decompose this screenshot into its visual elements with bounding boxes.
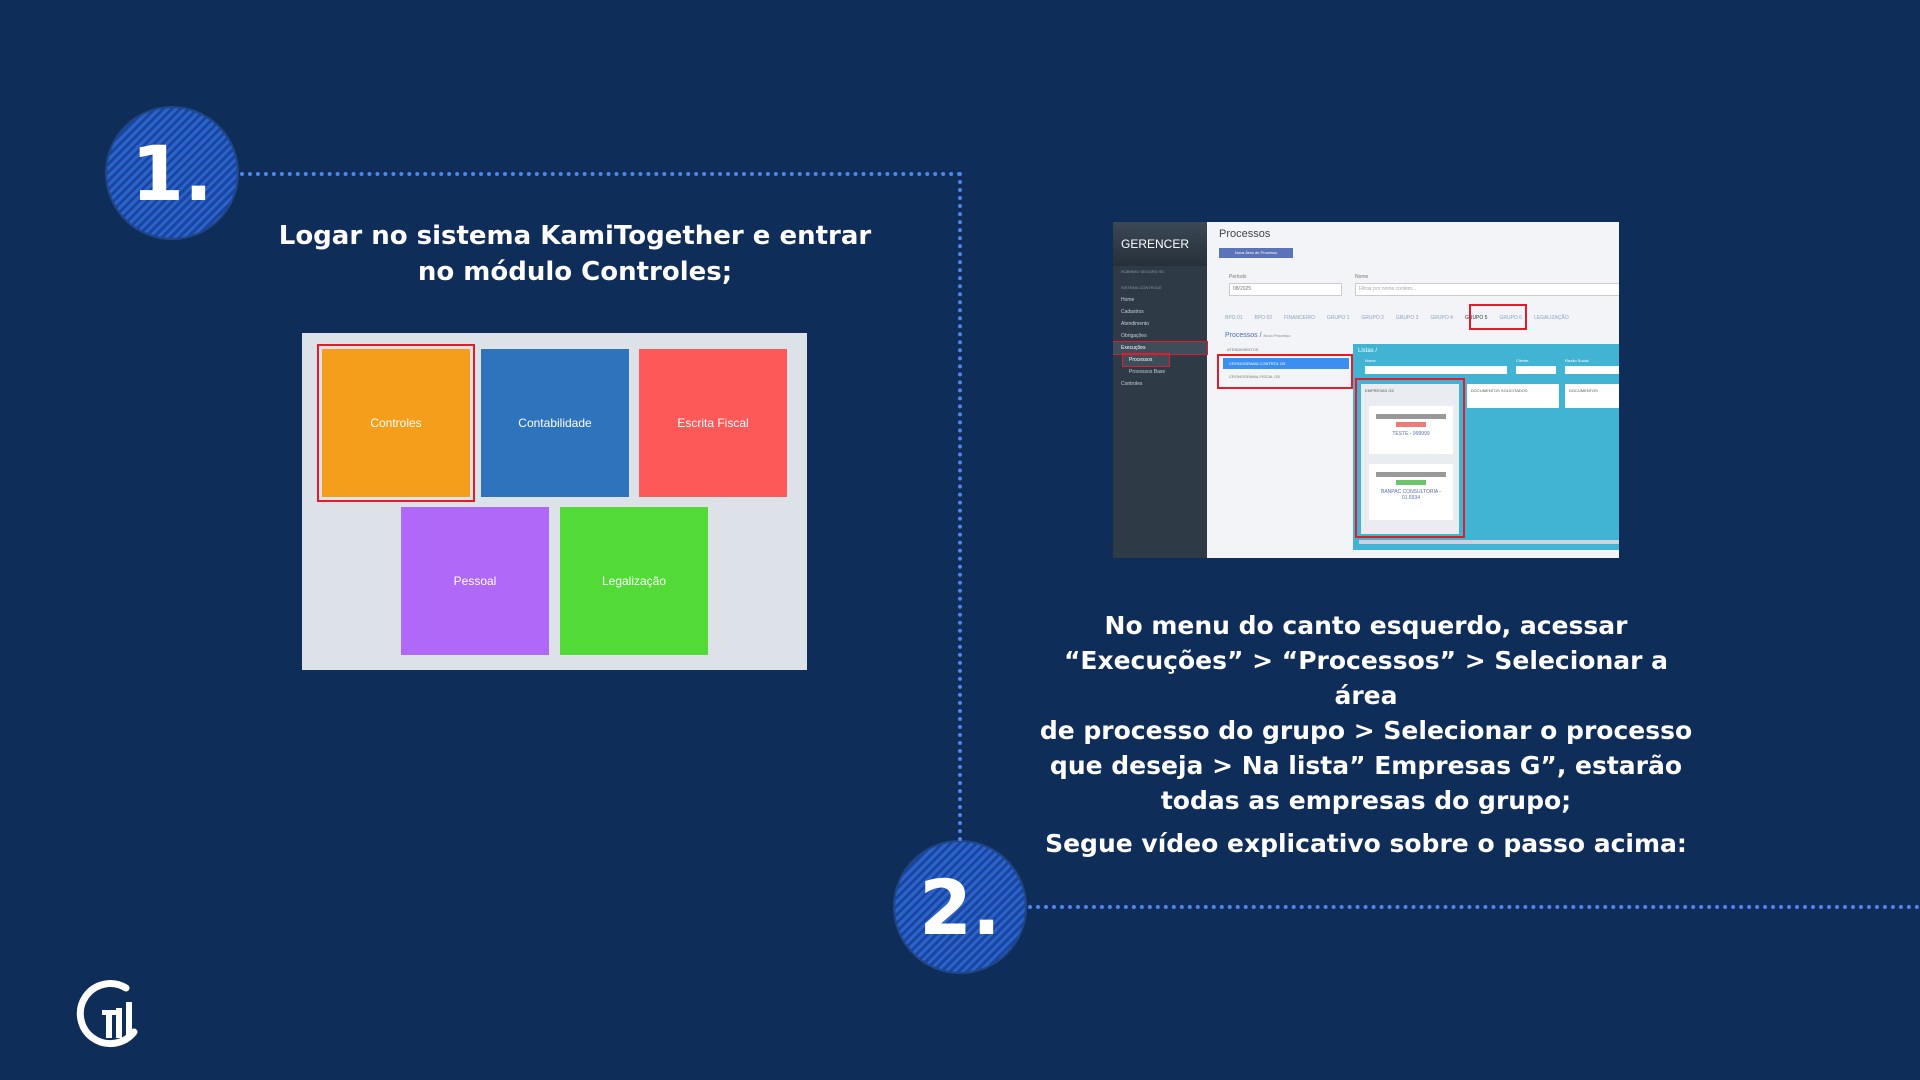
connector-line-vertical xyxy=(958,172,962,842)
side-item-cadastros[interactable]: Cadastros xyxy=(1113,306,1207,318)
new-area-button[interactable]: Nova Área de Processo xyxy=(1219,248,1293,258)
side-item-controles[interactable]: Controles xyxy=(1113,378,1207,390)
list-column-title: DOCUMENTOS SOLICITADOS xyxy=(1471,388,1528,393)
app-logo-text: GERENCER xyxy=(1121,237,1190,251)
period-label: Período xyxy=(1229,274,1247,280)
tile-label: Contabilidade xyxy=(518,416,592,430)
company-logo-icon xyxy=(74,980,144,1050)
tile-contabilidade[interactable]: Contabilidade xyxy=(481,349,629,497)
tile-controles[interactable]: Controles xyxy=(317,344,475,502)
horizontal-scrollbar[interactable] xyxy=(1359,540,1619,544)
step-2-line-4: que deseja > Na lista” Empresas G”, esta… xyxy=(1049,751,1683,780)
highlight-empresas-list xyxy=(1355,378,1465,538)
breadcrumb: Processos / Novo Processo xyxy=(1225,332,1291,339)
app-sidebar: GERENCER RUBINHO SEGURO 9D SISTEMA CONTR… xyxy=(1113,222,1208,558)
filter-social-label: Razão Social xyxy=(1565,358,1589,363)
module-tiles-panel: Controles Contabilidade Escrita Fiscal P… xyxy=(302,333,807,670)
tab-bpo-02[interactable]: BPO 02 xyxy=(1255,315,1273,321)
name-filter-input[interactable]: Filtrar por nome contém... xyxy=(1355,283,1619,296)
side-item-atendimento[interactable]: Atendimento xyxy=(1113,318,1207,330)
tile-label: Pessoal xyxy=(453,574,497,588)
tile-label: Escrita Fiscal xyxy=(677,416,749,430)
step-1-heading-line-1: Logar no sistema KamiTogether e entrar xyxy=(278,221,872,251)
name-label: Nome xyxy=(1355,274,1369,280)
tile-label: Controles xyxy=(370,416,422,430)
breadcrumb-text: Processos / xyxy=(1225,332,1262,339)
attend-label: ATENDIMENTOS xyxy=(1227,347,1259,352)
side-item-obrigacoes[interactable]: Obrigações xyxy=(1113,330,1207,342)
step-2-line-2: “Execuções” > “Processos” > Selecionar a… xyxy=(1063,646,1669,710)
period-input[interactable]: 08/2025 xyxy=(1229,283,1342,296)
filter-client-label: Cliente xyxy=(1516,358,1529,363)
step-2-line-1: No menu do canto esquerdo, acessar xyxy=(1104,611,1628,640)
tab-bpo-01[interactable]: BPO 01 xyxy=(1225,315,1243,321)
step-1-heading: Logar no sistema KamiTogether e entrar n… xyxy=(260,218,890,290)
side-item-processos-base[interactable]: Processos Base xyxy=(1113,366,1207,378)
step-2-number: 2. xyxy=(919,862,1001,952)
highlight-process-list xyxy=(1217,354,1353,389)
tile-legalizacao[interactable]: Legalização xyxy=(560,507,708,655)
tab-grupo-3[interactable]: GRUPO 3 xyxy=(1396,315,1419,321)
tab-financeiro[interactable]: FINANCEIRO xyxy=(1284,315,1315,321)
list-column-title: DOCUMENTOS xyxy=(1569,388,1598,393)
step-2-line-3: de processo do grupo > Selecionar o proc… xyxy=(1039,716,1693,745)
app-main: Processos Nova Área de Processo Período … xyxy=(1207,222,1619,558)
filter-client-input[interactable] xyxy=(1516,366,1556,374)
side-item-execucoes[interactable]: Execuções xyxy=(1113,341,1208,355)
tab-legalizacao[interactable]: LEGALIZAÇÃO xyxy=(1534,315,1569,321)
lists-label: Listas / xyxy=(1358,348,1378,354)
filter-social-input[interactable] xyxy=(1565,366,1619,374)
app-user: RUBINHO SEGURO 9D xyxy=(1121,269,1165,274)
tile-escrita-fiscal[interactable]: Escrita Fiscal xyxy=(639,349,787,497)
connector-line-bottom xyxy=(1028,905,1920,909)
step-1-heading-line-2: no módulo Controles; xyxy=(417,257,733,287)
app-title: Processos xyxy=(1219,228,1271,240)
step-2-line-5: todas as empresas do grupo; xyxy=(1160,786,1572,815)
side-item-processos[interactable]: Processos xyxy=(1122,353,1170,367)
step-1-number: 1. xyxy=(131,128,213,218)
tab-grupo-4[interactable]: GRUPO 4 xyxy=(1430,315,1453,321)
tile-label: Legalização xyxy=(601,574,667,588)
step-2-video-note: Segue vídeo explicativo sobre o passo ac… xyxy=(1045,829,1687,858)
lists-board: Listas / Nome Cliente Razão Social EMPRE… xyxy=(1353,344,1619,550)
list-column-documentos-solicitados: DOCUMENTOS SOLICITADOS xyxy=(1467,384,1559,408)
app-logo: GERENCER xyxy=(1113,222,1207,266)
step-2-instructions: No menu do canto esquerdo, acessar “Exec… xyxy=(1030,608,1702,818)
new-process-link[interactable]: Novo Processo xyxy=(1264,333,1291,338)
filter-name-input[interactable] xyxy=(1365,366,1507,374)
tile-pessoal[interactable]: Pessoal xyxy=(401,507,549,655)
tab-grupo-1[interactable]: GRUPO 1 xyxy=(1327,315,1350,321)
connector-line-top xyxy=(240,172,962,176)
tab-grupo-2[interactable]: GRUPO 2 xyxy=(1361,315,1384,321)
step-1-badge: 1. xyxy=(107,108,237,238)
step-2-badge: 2. xyxy=(895,842,1025,972)
app-side-section: SISTEMA CONTROLE xyxy=(1121,285,1162,290)
side-item-home[interactable]: Home xyxy=(1113,294,1207,306)
list-column-documentos: DOCUMENTOS xyxy=(1565,384,1619,408)
process-screen-screenshot: GERENCER RUBINHO SEGURO 9D SISTEMA CONTR… xyxy=(1113,222,1619,558)
highlight-tab-grupo-5 xyxy=(1469,304,1527,330)
filter-name-label: Nome xyxy=(1365,358,1376,363)
